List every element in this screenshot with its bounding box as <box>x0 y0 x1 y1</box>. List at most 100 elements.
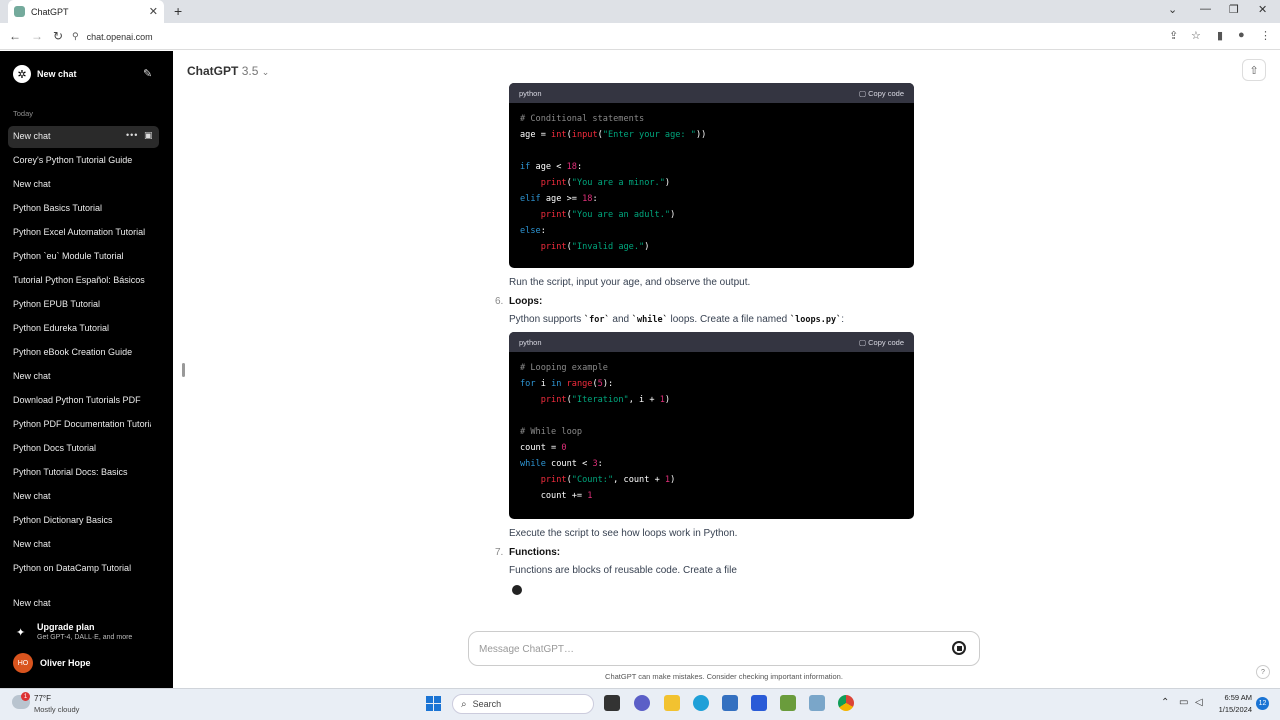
sidebar-chat-item[interactable]: Python Dictionary Basics <box>13 515 151 525</box>
sidebar-chat-item[interactable]: Python on DataCamp Tutorial <box>13 563 151 573</box>
copy-code-button[interactable]: ▢ Copy code <box>859 89 904 98</box>
windows-start-icon[interactable] <box>426 696 441 711</box>
sidebar-collapse-handle[interactable] <box>182 363 185 377</box>
new-chat-button[interactable]: New chat <box>37 69 77 79</box>
browser-menu-icon[interactable]: ⋮ <box>1260 29 1271 42</box>
sidebar-chat-item[interactable]: New chat <box>13 539 151 549</box>
paragraph-execute-script: Execute the script to see how loops work… <box>509 528 738 539</box>
compose-icon[interactable]: ✎ <box>143 67 152 80</box>
clock-date[interactable]: 1/15/2024 <box>1212 705 1252 714</box>
sidebar-chat-item[interactable]: New chat <box>13 131 123 141</box>
message-input[interactable] <box>479 641 939 657</box>
sidebar-chat-item[interactable]: New chat <box>13 179 151 189</box>
site-info-icon[interactable]: ⚲ <box>72 31 79 42</box>
text-segment: Python supports <box>509 314 585 325</box>
network-icon[interactable]: ▭ <box>1179 697 1188 708</box>
upgrade-plan-button[interactable]: Upgrade plan <box>37 622 95 632</box>
photos-app-icon[interactable] <box>809 695 825 711</box>
close-tab-icon[interactable]: ✕ <box>149 5 158 18</box>
message-composer <box>468 631 980 666</box>
tab-search-icon[interactable]: ⌄ <box>1168 3 1177 16</box>
volume-icon[interactable]: ◁ <box>1195 697 1203 708</box>
disclaimer-text: ChatGPT can make mistakes. Consider chec… <box>605 672 843 681</box>
sidebar-chat-item[interactable]: Python PDF Documentation Tutorial <box>13 419 151 429</box>
sidebar-chat-item[interactable]: Python Basics Tutorial <box>13 203 151 213</box>
chatgpt-favicon-icon <box>14 6 25 17</box>
restore-icon[interactable]: ❐ <box>1229 3 1239 16</box>
step-title-text: Functions: <box>509 547 561 558</box>
sidebar-chat-item[interactable]: New chat <box>13 491 151 501</box>
inline-code: `for` <box>584 315 610 325</box>
stop-generating-button[interactable] <box>952 641 966 655</box>
sidebar-chat-item[interactable]: Tutorial Python Español: Básicos <box>13 275 151 285</box>
browser-tab[interactable]: ChatGPT ✕ <box>8 0 164 23</box>
sidebar-chat-item[interactable]: New chat <box>13 598 151 608</box>
vpn-app-icon[interactable] <box>751 695 767 711</box>
sidebar-chat-item[interactable]: Download Python Tutorials PDF <box>13 395 151 405</box>
task-view-icon[interactable] <box>604 695 620 711</box>
show-hidden-icons-chevron-icon[interactable]: ⌃ <box>1161 697 1169 708</box>
archive-icon[interactable]: ▣ <box>144 130 153 141</box>
copy-code-button[interactable]: ▢ Copy code <box>859 338 904 347</box>
model-selector[interactable]: ChatGPT 3.5 ⌄ <box>187 64 269 78</box>
store-icon[interactable] <box>722 695 738 711</box>
more-options-icon[interactable]: ••• <box>126 130 138 140</box>
reload-icon[interactable]: ↻ <box>53 29 63 43</box>
user-name[interactable]: Oliver Hope <box>40 658 91 668</box>
inline-code: `loops.py` <box>790 315 842 325</box>
typing-indicator <box>512 585 522 595</box>
text-segment: : <box>841 314 844 325</box>
search-label: Search <box>472 699 502 709</box>
code-block-header: python ▢ Copy code <box>509 332 914 352</box>
sidebar-chat-item[interactable]: Python Excel Automation Tutorial <box>13 227 151 237</box>
avatar[interactable]: HO <box>13 653 33 673</box>
stop-icon <box>956 645 962 651</box>
sidebar-chat-item[interactable]: Python Docs Tutorial <box>13 443 151 453</box>
share-chat-button[interactable]: ⇧ <box>1242 59 1266 81</box>
step-title-loops: Loops: <box>509 296 542 307</box>
search-icon: ⌕ <box>461 698 467 710</box>
url-field[interactable]: ⚲ chat.openai.com <box>72 27 1212 46</box>
sidebar-chat-item[interactable]: Python eBook Creation Guide <box>13 347 151 357</box>
openai-logo-icon[interactable]: ✲ <box>13 65 31 83</box>
share-page-icon[interactable]: ⇪ <box>1169 29 1178 42</box>
list-number: 6. <box>495 296 504 307</box>
model-version: 3.5 <box>241 64 259 78</box>
code-content: # Looping example for i in range(5): pri… <box>520 363 676 501</box>
sidebar-chat-item[interactable]: Python `eu` Module Tutorial <box>13 251 151 261</box>
edge-browser-icon[interactable] <box>693 695 709 711</box>
upgrade-plan-subtitle: Get GPT-4, DALL·E, and more <box>37 634 133 641</box>
close-window-icon[interactable]: ✕ <box>1258 3 1267 16</box>
clock-time[interactable]: 6:59 AM <box>1216 693 1252 702</box>
sidebar-chat-item[interactable]: Python Tutorial Docs: Basics <box>13 467 151 477</box>
bookmark-star-icon[interactable]: ☆ <box>1191 29 1201 42</box>
profile-icon[interactable]: ● <box>1238 29 1245 41</box>
forward-icon[interactable]: → <box>31 29 43 43</box>
inline-code: `while` <box>631 315 668 325</box>
notification-badge[interactable]: 12 <box>1256 697 1269 710</box>
weather-description[interactable]: Mostly cloudy <box>34 705 79 714</box>
list-number: 7. <box>495 547 504 558</box>
sidebar-chat-item[interactable]: Corey's Python Tutorial Guide <box>13 155 151 165</box>
browser-tab-strip <box>0 0 1280 23</box>
code-language-label: python <box>519 337 542 347</box>
copy-code-label: Copy code <box>868 88 904 98</box>
side-panel-icon[interactable]: ▮ <box>1217 29 1223 42</box>
weather-temperature[interactable]: 77°F <box>34 694 51 703</box>
notepad-app-icon[interactable] <box>780 695 796 711</box>
sidebar-chat-item[interactable]: New chat <box>13 371 151 381</box>
file-explorer-icon[interactable] <box>664 695 680 711</box>
code-block-header: python ▢ Copy code <box>509 83 914 103</box>
help-button[interactable]: ? <box>1256 665 1270 679</box>
chrome-browser-icon[interactable] <box>838 695 854 711</box>
minimize-icon[interactable]: — <box>1200 3 1211 15</box>
sidebar-chat-item[interactable]: Python EPUB Tutorial <box>13 299 151 309</box>
taskbar-search[interactable]: ⌕ Search <box>452 694 594 714</box>
new-tab-button[interactable]: + <box>174 3 182 19</box>
weather-badge: 1 <box>21 692 30 701</box>
sidebar-chat-item[interactable]: Python Edureka Tutorial <box>13 323 151 333</box>
chat-app-icon[interactable] <box>634 695 650 711</box>
step-title-functions: Functions: <box>509 547 560 558</box>
back-icon[interactable]: ← <box>9 29 21 43</box>
code-block-conditionals: python ▢ Copy code # Conditional stateme… <box>509 83 914 268</box>
